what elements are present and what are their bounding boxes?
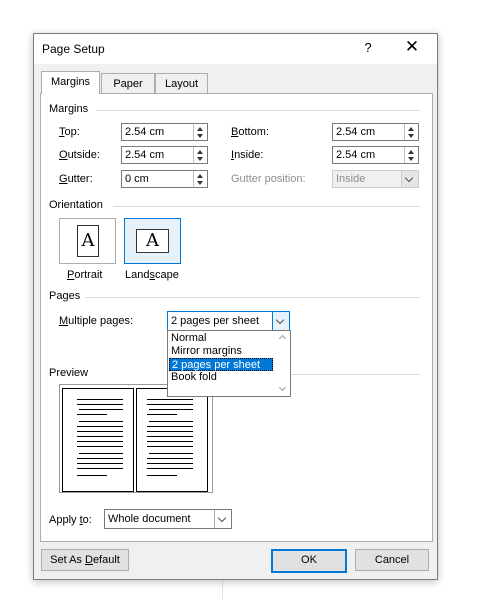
cancel-button[interactable]: Cancel	[355, 549, 429, 571]
spin-arrows[interactable]	[193, 147, 207, 163]
outside-margin-spinner[interactable]: 2.54 cm	[121, 146, 208, 164]
inside-label: Inside:	[231, 149, 264, 161]
spin-arrows[interactable]	[193, 124, 207, 140]
spin-down-icon[interactable]	[408, 134, 414, 138]
margins-section-title: Margins	[49, 103, 89, 115]
chevron-down-icon	[404, 173, 414, 183]
ok-button[interactable]: OK	[271, 549, 347, 573]
spin-down-icon[interactable]	[197, 134, 203, 138]
preview-divider	[290, 374, 420, 375]
page-setup-dialog: Page Setup ? ✕ Margins Paper Layout	[33, 33, 438, 580]
chevron-down-icon[interactable]	[217, 513, 227, 523]
orientation-section-title: Orientation	[49, 199, 103, 211]
title-bar: Page Setup ? ✕	[34, 34, 437, 64]
outside-label: Outside:	[59, 149, 100, 161]
landscape-page-icon: A	[136, 229, 169, 253]
orientation-divider	[113, 206, 420, 207]
dropdown-option-mirror-margins[interactable]: Mirror margins	[169, 345, 275, 358]
multiple-pages-value: 2 pages per sheet	[171, 315, 260, 327]
dropdown-option-book-fold[interactable]: Book fold	[169, 371, 275, 384]
help-button[interactable]: ?	[360, 40, 376, 55]
tab-margins[interactable]: Margins	[41, 71, 100, 94]
dropdown-scrollbar[interactable]	[276, 331, 290, 396]
set-as-default-button[interactable]: Set As Default	[41, 549, 129, 571]
portrait-page-icon: A	[77, 225, 99, 257]
apply-to-value: Whole document	[108, 513, 191, 525]
dropdown-option-2-pages-per-sheet[interactable]: 2 pages per sheet	[169, 358, 273, 371]
gutter-position-label: Gutter position:	[231, 173, 306, 185]
spin-up-icon[interactable]	[197, 150, 203, 154]
top-margin-value: 2.54 cm	[125, 126, 165, 138]
bottom-margin-spinner[interactable]: 2.54 cm	[332, 123, 419, 141]
spin-arrows[interactable]	[193, 171, 207, 187]
apply-to-label: Apply to:	[49, 514, 92, 526]
landscape-label: Landscape	[125, 269, 179, 281]
gutter-label: Gutter:	[59, 173, 93, 185]
page-preview	[59, 384, 213, 493]
spin-up-icon[interactable]	[408, 150, 414, 154]
top-label: Top:	[59, 126, 80, 138]
gutter-position-value: Inside	[336, 173, 366, 185]
dropdown-option-normal[interactable]: Normal	[169, 332, 275, 345]
outside-margin-value: 2.54 cm	[125, 149, 165, 161]
portrait-button[interactable]: A	[59, 218, 116, 264]
spin-down-icon[interactable]	[197, 181, 203, 185]
gutter-value: 0 cm	[125, 173, 149, 185]
spin-down-icon[interactable]	[197, 157, 203, 161]
preview-section-title: Preview	[49, 367, 89, 379]
multiple-pages-label: Multiple pages:	[59, 315, 133, 327]
dialog-title: Page Setup	[42, 42, 105, 56]
preview-page-left	[62, 388, 134, 492]
gutter-position-select: Inside	[332, 170, 419, 188]
close-icon[interactable]: ✕	[402, 37, 422, 57]
bottom-margin-value: 2.54 cm	[336, 126, 376, 138]
spin-down-icon[interactable]	[408, 157, 414, 161]
preview-page-right	[136, 388, 208, 492]
chevron-down-icon[interactable]	[275, 315, 285, 325]
multiple-pages-select[interactable]: 2 pages per sheet	[167, 311, 290, 331]
bottom-label: Bottom:	[231, 126, 269, 138]
pages-section-title: Pages	[49, 290, 81, 302]
pages-divider	[85, 297, 420, 298]
inside-margin-value: 2.54 cm	[336, 149, 376, 161]
scroll-down-icon[interactable]	[278, 383, 287, 392]
spin-arrows[interactable]	[404, 147, 418, 163]
top-margin-spinner[interactable]: 2.54 cm	[121, 123, 208, 141]
margins-divider	[96, 110, 420, 111]
spin-up-icon[interactable]	[408, 127, 414, 131]
inside-margin-spinner[interactable]: 2.54 cm	[332, 146, 419, 164]
spin-up-icon[interactable]	[197, 127, 203, 131]
multiple-pages-dropdown: Normal Mirror margins 2 pages per sheet …	[167, 330, 291, 397]
gutter-spinner[interactable]: 0 cm	[121, 170, 208, 188]
scroll-up-icon[interactable]	[278, 334, 287, 343]
spin-up-icon[interactable]	[197, 174, 203, 178]
apply-to-select[interactable]: Whole document	[104, 509, 232, 529]
spin-arrows[interactable]	[404, 124, 418, 140]
tab-paper[interactable]: Paper	[101, 73, 155, 95]
portrait-label: Portrait	[67, 269, 103, 281]
tab-layout[interactable]: Layout	[155, 73, 208, 95]
landscape-button[interactable]: A	[124, 218, 181, 264]
